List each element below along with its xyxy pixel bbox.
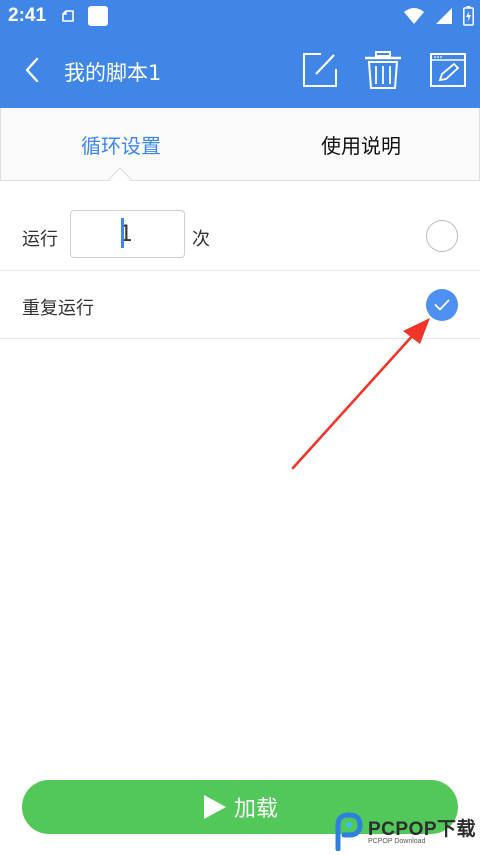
times-label: 次 [192, 229, 210, 250]
tab-bar: 循环设置 使用说明 [0, 108, 480, 181]
watermark: PCPOP下载 PCPOP Download [330, 808, 480, 855]
repeat-label: 重复运行 [22, 298, 94, 319]
text-cursor [121, 218, 124, 248]
tab-instructions[interactable]: 使用说明 [241, 108, 480, 180]
load-button-label: 加载 [233, 797, 278, 822]
edit-button[interactable] [300, 50, 340, 90]
repeat-run-row: 重复运行 [0, 271, 480, 339]
run-count-input[interactable] [70, 210, 185, 258]
edit-script-button[interactable] [428, 50, 468, 90]
trash-icon [365, 51, 401, 89]
edit-icon [303, 53, 337, 87]
wifi-icon [404, 8, 424, 24]
page-title: 我的脚本1 [64, 61, 162, 85]
repeat-run-radio[interactable] [426, 289, 458, 321]
app-notification-icon [88, 6, 108, 26]
battery-icon [463, 6, 474, 26]
pcpop-logo-icon [335, 812, 363, 851]
notification-icon [60, 8, 76, 28]
run-label: 运行 [22, 229, 58, 250]
chevron-left-icon [25, 57, 39, 83]
watermark-sub: PCPOP Download [368, 838, 426, 845]
status-time: 2:41 [8, 5, 47, 26]
app-header: 2:41 我的脚本1 [0, 0, 480, 108]
nav-bar: 我的脚本1 [0, 40, 480, 100]
delete-button[interactable] [363, 50, 403, 90]
run-count-radio[interactable] [426, 220, 458, 252]
status-bar: 2:41 [0, 0, 480, 32]
watermark-brand: PCPOP下载 [368, 819, 477, 840]
back-button[interactable] [14, 52, 50, 88]
signal-icon [436, 8, 452, 24]
status-indicators [403, 6, 474, 26]
play-icon [203, 795, 226, 819]
run-count-row: 运行 次 [0, 200, 480, 271]
window-edit-icon [430, 53, 466, 87]
checkmark-icon [434, 299, 450, 311]
